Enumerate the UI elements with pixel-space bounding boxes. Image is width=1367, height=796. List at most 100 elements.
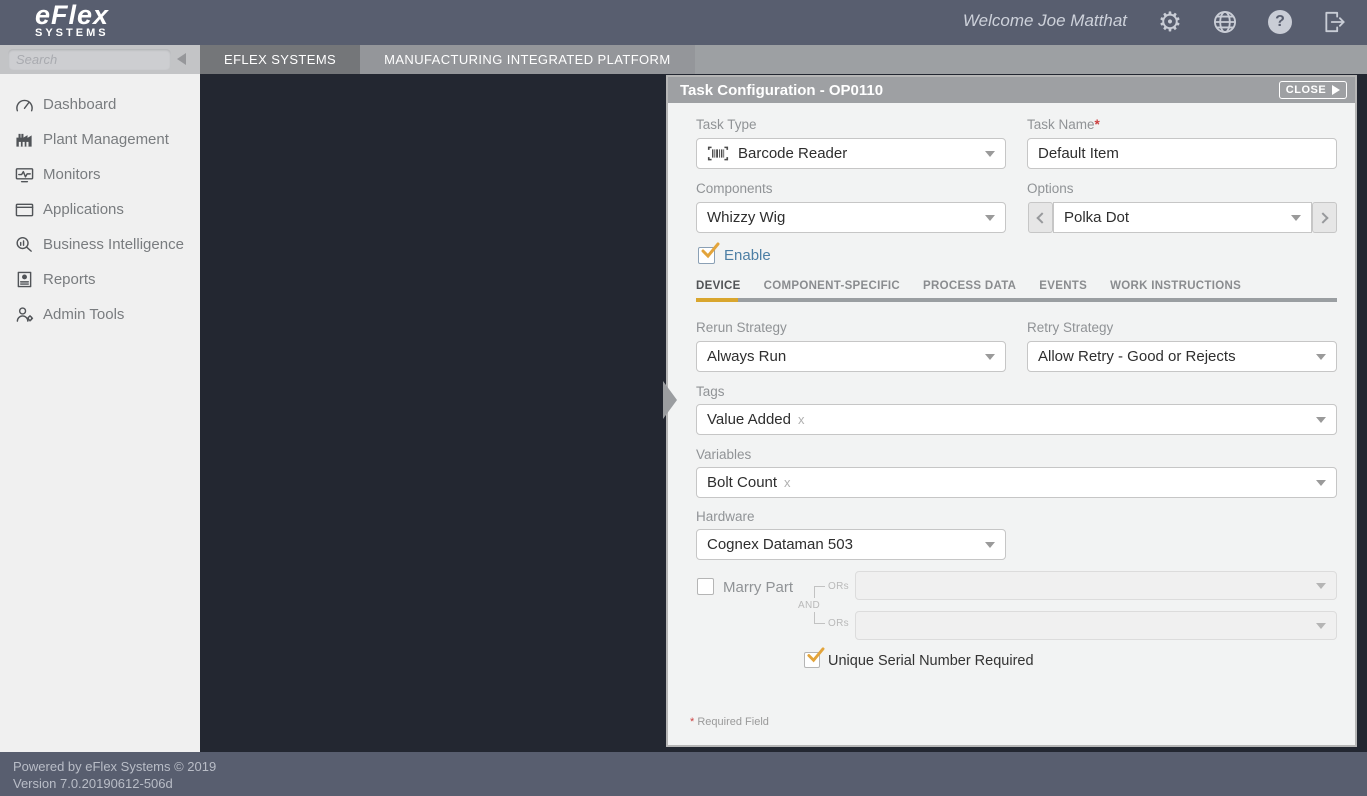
unique-serial-checkbox[interactable]	[804, 652, 820, 668]
active-tab-indicator	[696, 298, 738, 302]
chevron-down-icon	[1316, 354, 1326, 360]
options-dropdown[interactable]: Polka Dot	[1053, 202, 1312, 233]
task-type-dropdown[interactable]: Barcode Reader	[696, 138, 1006, 169]
options-next-button[interactable]	[1312, 202, 1337, 233]
required-asterisk: *	[690, 716, 694, 728]
sidebar-item-label: Business Intelligence	[43, 236, 184, 253]
required-asterisk: *	[1095, 117, 1100, 132]
close-button[interactable]: CLOSE	[1279, 81, 1347, 99]
panel-body: Task Type Task Name* Barcode Reader Comp…	[668, 103, 1355, 745]
panel-title: Task Configuration - OP0110	[668, 82, 883, 99]
components-dropdown[interactable]: Whizzy Wig	[696, 202, 1006, 233]
tab-events[interactable]: EVENTS	[1039, 280, 1087, 292]
window-icon	[14, 201, 34, 218]
app-footer: Powered by eFlex Systems © 2019 Version …	[0, 752, 1367, 796]
panel-header: Task Configuration - OP0110 CLOSE	[668, 77, 1355, 103]
required-field-note: * Required Field	[690, 716, 769, 728]
chevron-down-icon	[985, 151, 995, 157]
help-icon[interactable]: ?	[1266, 8, 1294, 36]
chevron-down-icon	[1291, 215, 1301, 221]
sidebar-item-label: Monitors	[43, 166, 101, 183]
marry-part-or1-dropdown	[855, 571, 1337, 600]
marry-part-checkbox[interactable]	[697, 578, 714, 595]
app-header: eFlex SYSTEMS Welcome Joe Matthat ⚙ ?	[0, 0, 1367, 45]
variables-multiselect[interactable]: Bolt Count x	[696, 467, 1337, 498]
chevron-right-icon	[1317, 212, 1328, 223]
chevron-down-icon	[985, 354, 995, 360]
tags-label: Tags	[696, 384, 725, 399]
sidebar-item-applications[interactable]: Applications	[0, 192, 200, 227]
tab-process-data[interactable]: PROCESS DATA	[923, 280, 1016, 292]
tab-work-instructions[interactable]: WORK INSTRUCTIONS	[1110, 280, 1241, 292]
unique-serial-label[interactable]: Unique Serial Number Required	[828, 653, 1034, 669]
sidebar-item-label: Admin Tools	[43, 306, 124, 323]
retry-strategy-dropdown[interactable]: Allow Retry - Good or Rejects	[1027, 341, 1337, 372]
marry-part-label[interactable]: Marry Part	[723, 579, 793, 596]
sidebar-item-label: Applications	[43, 201, 124, 218]
checkmark-icon	[805, 646, 825, 669]
chevron-left-icon	[1036, 212, 1047, 223]
options-prev-button[interactable]	[1028, 202, 1053, 233]
task-name-input[interactable]	[1027, 138, 1337, 169]
chevron-down-icon	[1316, 417, 1326, 423]
footer-version: Version 7.0.20190612-506d	[13, 775, 1367, 792]
hardware-dropdown[interactable]: Cognex Dataman 503	[696, 529, 1006, 560]
collapse-sidebar-icon[interactable]	[177, 53, 186, 65]
footer-powered-by: Powered by eFlex Systems © 2019	[13, 758, 1367, 775]
chevron-down-icon	[1316, 583, 1326, 589]
gauge-icon	[14, 96, 34, 113]
tab-device[interactable]: DEVICE	[696, 280, 741, 292]
or-bracket-top	[814, 586, 825, 598]
tags-multiselect[interactable]: Value Added x	[696, 404, 1337, 435]
enable-checkbox[interactable]	[698, 247, 715, 264]
factory-icon	[14, 131, 34, 148]
retry-strategy-label: Retry Strategy	[1027, 320, 1113, 335]
or-label-top: ORs	[828, 581, 849, 592]
close-arrow-icon	[1332, 85, 1340, 95]
components-label: Components	[696, 181, 773, 196]
sidebar-item-business-intelligence[interactable]: Business Intelligence	[0, 227, 200, 262]
rerun-strategy-dropdown[interactable]: Always Run	[696, 341, 1006, 372]
globe-icon[interactable]	[1211, 8, 1239, 36]
variables-label: Variables	[696, 447, 751, 462]
magnifier-chart-icon	[14, 236, 34, 253]
checkmark-icon	[699, 241, 720, 265]
sidebar-item-plant-management[interactable]: Plant Management	[0, 122, 200, 157]
sidebar-item-reports[interactable]: Reports	[0, 262, 200, 297]
logo-text: eFlex	[35, 3, 109, 27]
tab-manufacturing-platform[interactable]: MANUFACTURING INTEGRATED PLATFORM	[360, 45, 694, 74]
sidebar-item-label: Reports	[43, 271, 96, 288]
eflex-logo[interactable]: eFlex SYSTEMS	[35, 3, 109, 39]
tab-eflex-systems[interactable]: EFLEX SYSTEMS	[200, 45, 360, 74]
variable-chip: Bolt Count	[707, 474, 777, 491]
secondary-bar: EFLEX SYSTEMS MANUFACTURING INTEGRATED P…	[0, 45, 1367, 74]
logo-subtext: SYSTEMS	[35, 27, 109, 39]
panel-tab-strip: DEVICE COMPONENT-SPECIFIC PROCESS DATA E…	[696, 280, 1241, 292]
panel-collapse-handle-icon[interactable]	[663, 381, 677, 419]
tab-component-specific[interactable]: COMPONENT-SPECIFIC	[764, 280, 900, 292]
hardware-label: Hardware	[696, 509, 755, 524]
task-configuration-panel: Task Configuration - OP0110 CLOSE Task T…	[666, 75, 1357, 747]
enable-label[interactable]: Enable	[724, 247, 771, 264]
remove-tag-icon[interactable]: x	[798, 412, 805, 427]
logout-icon[interactable]	[1321, 8, 1349, 36]
report-icon	[14, 271, 34, 288]
chevron-down-icon	[1316, 623, 1326, 629]
remove-variable-icon[interactable]: x	[784, 475, 791, 490]
sidebar-item-admin-tools[interactable]: Admin Tools	[0, 297, 200, 332]
user-gear-icon	[14, 306, 34, 323]
barcode-icon	[707, 145, 729, 162]
sidebar-item-label: Plant Management	[43, 131, 169, 148]
sidebar-item-dashboard[interactable]: Dashboard	[0, 87, 200, 122]
sidebar-item-label: Dashboard	[43, 96, 116, 113]
search-input[interactable]	[8, 49, 171, 70]
and-label: AND	[798, 600, 820, 611]
sidebar-item-monitors[interactable]: Monitors	[0, 157, 200, 192]
task-type-label: Task Type	[696, 117, 757, 132]
rerun-strategy-label: Rerun Strategy	[696, 320, 787, 335]
chevron-down-icon	[985, 215, 995, 221]
monitor-icon	[14, 166, 34, 183]
chevron-down-icon	[985, 542, 995, 548]
welcome-text: Welcome Joe Matthat	[963, 11, 1127, 31]
gear-icon[interactable]: ⚙	[1156, 8, 1184, 36]
